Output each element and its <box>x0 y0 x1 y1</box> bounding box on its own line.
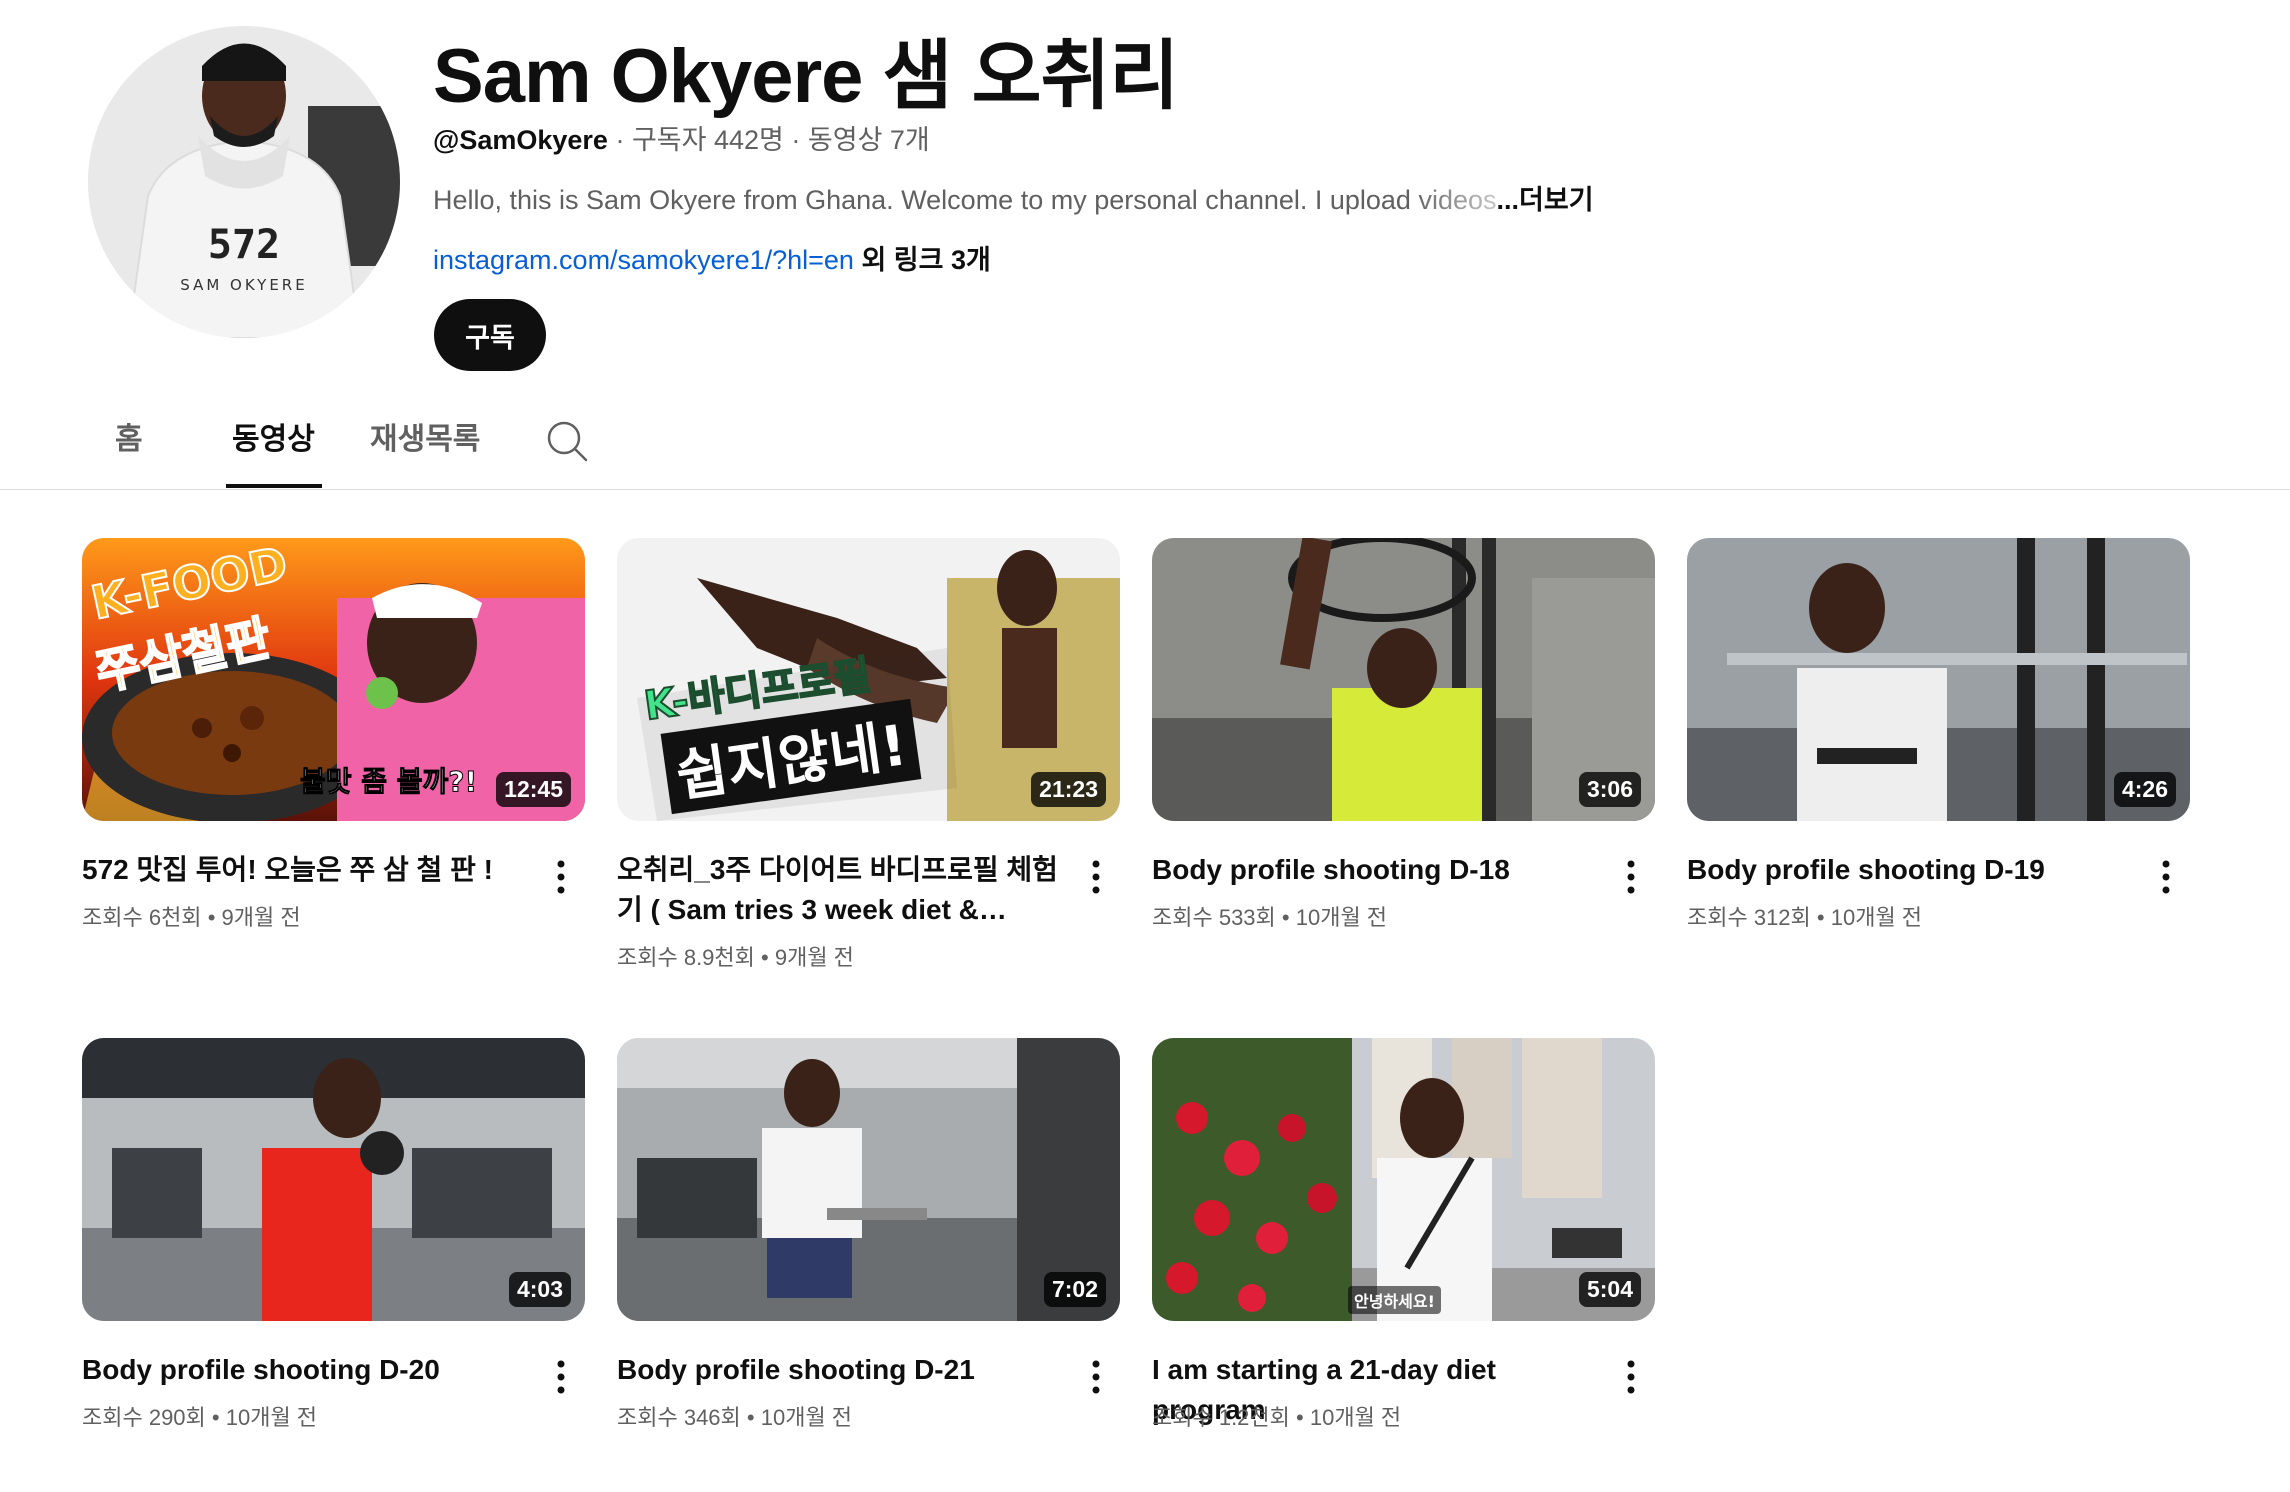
subscriber-count: 구독자 442명 <box>631 125 784 155</box>
video-meta: 조회수 346회 • 10개월 전 <box>617 1400 852 1432</box>
description-fade: videos <box>1410 185 1497 215</box>
video-card[interactable]: 4:26 Body profile shooting D-19 조회수 312회… <box>1687 538 2190 930</box>
video-meta: 조회수 6천회 • 9개월 전 <box>82 900 301 932</box>
video-meta: 조회수 533회 • 10개월 전 <box>1152 900 1387 932</box>
thumbnail-text: 불맛 좀 볼까?! <box>299 765 478 799</box>
view-count: 조회수 533회 <box>1152 905 1276 930</box>
video-title[interactable]: Body profile shooting D-20 <box>82 1350 532 1390</box>
video-duration: 12:45 <box>496 772 571 807</box>
video-card[interactable]: 안녕하세요! 5:04 I am starting a 21-day diet … <box>1152 1038 1655 1430</box>
channel-avatar[interactable]: 572 SAM OKYERE <box>88 26 400 338</box>
view-count: 조회수 290회 <box>82 1405 206 1430</box>
video-thumbnail[interactable]: 7:02 <box>617 1038 1120 1321</box>
description-text: Hello, this is Sam Okyere from Ghana. We… <box>433 185 1411 215</box>
upload-age: 10개월 전 <box>1309 1405 1402 1430</box>
video-duration: 4:26 <box>2113 772 2176 807</box>
meta-separator: • <box>746 1405 755 1430</box>
video-meta: 조회수 290회 • 10개월 전 <box>82 1400 317 1432</box>
meta-dot: · <box>791 125 808 155</box>
subscribe-button[interactable]: 구독 <box>434 299 546 371</box>
video-thumbnail[interactable]: 4:03 <box>82 1038 585 1321</box>
meta-dot: · <box>615 125 632 155</box>
video-count: 동영상 7개 <box>807 125 930 155</box>
view-count: 조회수 8.9천회 <box>617 945 755 970</box>
tabs-divider <box>0 489 2290 490</box>
upload-age: 10개월 전 <box>225 1405 318 1430</box>
video-title[interactable]: Body profile shooting D-21 <box>617 1350 1067 1390</box>
meta-separator: • <box>207 905 216 930</box>
video-thumbnail[interactable]: 3:06 <box>1152 538 1655 821</box>
thumbnail-text: 안녕하세요! <box>1348 1286 1441 1314</box>
video-title[interactable]: 오취리_3주 다이어트 바디프로필 체험기 ( Sam tries 3 week… <box>617 850 1067 930</box>
video-card[interactable]: 4:03 Body profile shooting D-20 조회수 290회… <box>82 1038 585 1430</box>
upload-age: 9개월 전 <box>221 905 301 930</box>
video-thumbnail[interactable]: K-FOOD 쭈삼철판 불맛 좀 볼까?! 12:45 <box>82 538 585 821</box>
channel-handle: @SamOkyere <box>433 125 608 155</box>
video-duration: 4:03 <box>508 1272 571 1307</box>
channel-description[interactable]: Hello, this is Sam Okyere from Ghana. We… <box>433 178 1633 217</box>
video-meta: 조회수 8.9천회 • 9개월 전 <box>617 940 854 972</box>
instagram-link[interactable]: instagram.com/samokyere1/?hl=en <box>433 245 854 275</box>
tab-videos[interactable]: 동영상 <box>232 420 315 484</box>
channel-name: Sam Okyere 샘 오취리 <box>433 34 1179 119</box>
more-options-icon[interactable] <box>546 856 576 898</box>
search-icon[interactable] <box>546 420 590 464</box>
upload-age: 9개월 전 <box>774 945 854 970</box>
more-options-icon[interactable] <box>1616 856 1646 898</box>
view-count: 조회수 312회 <box>1687 905 1811 930</box>
hoodie-subtext: SAM OKYERE <box>180 276 307 294</box>
more-options-icon[interactable] <box>1081 856 1111 898</box>
video-title[interactable]: 572 맛집 투어! 오늘은 쭈 삼 철 판 ! <box>82 850 532 890</box>
video-thumbnail[interactable]: 안녕하세요! 5:04 <box>1152 1038 1655 1321</box>
upload-age: 10개월 전 <box>1295 905 1388 930</box>
video-meta: 조회수 1.2천회 • 10개월 전 <box>1152 1400 1401 1432</box>
video-card[interactable]: 7:02 Body profile shooting D-21 조회수 346회… <box>617 1038 1120 1430</box>
tab-home[interactable]: 홈 <box>115 420 143 484</box>
channel-links: instagram.com/samokyere1/?hl=en 외 링크 3개 <box>433 238 991 277</box>
meta-separator: • <box>211 1405 220 1430</box>
more-button[interactable]: ...더보기 <box>1497 185 1594 215</box>
video-card[interactable]: K-FOOD 쭈삼철판 불맛 좀 볼까?! 12:45 572 맛집 투어! 오… <box>82 538 585 930</box>
upload-age: 10개월 전 <box>760 1405 853 1430</box>
video-meta: 조회수 312회 • 10개월 전 <box>1687 900 1922 932</box>
tab-playlists[interactable]: 재생목록 <box>370 420 480 484</box>
video-title[interactable]: Body profile shooting D-19 <box>1687 850 2137 890</box>
meta-separator: • <box>761 945 769 970</box>
meta-separator: • <box>1296 1405 1304 1430</box>
view-count: 조회수 6천회 <box>82 905 202 930</box>
more-options-icon[interactable] <box>546 1356 576 1398</box>
meta-separator: • <box>1281 905 1290 930</box>
video-card[interactable]: K-바디프로필 쉽지않네! 21:23 오취리_3주 다이어트 바디프로필 체험… <box>617 538 1120 970</box>
hoodie-logo: 572 <box>208 222 280 268</box>
video-duration: 21:23 <box>1031 772 1106 807</box>
video-thumbnail[interactable]: 4:26 <box>1687 538 2190 821</box>
more-options-icon[interactable] <box>2151 856 2181 898</box>
meta-separator: • <box>1816 905 1825 930</box>
more-options-icon[interactable] <box>1616 1356 1646 1398</box>
video-thumbnail[interactable]: K-바디프로필 쉽지않네! 21:23 <box>617 538 1120 821</box>
active-tab-indicator <box>226 484 322 488</box>
more-links[interactable]: 외 링크 3개 <box>861 245 990 275</box>
view-count: 조회수 346회 <box>617 1405 741 1430</box>
video-card[interactable]: 3:06 Body profile shooting D-18 조회수 533회… <box>1152 538 1655 930</box>
upload-age: 10개월 전 <box>1830 905 1923 930</box>
video-duration: 5:04 <box>1578 1272 1641 1307</box>
channel-meta: @SamOkyere · 구독자 442명 · 동영상 7개 <box>433 118 930 157</box>
view-count: 조회수 1.2천회 <box>1152 1405 1290 1430</box>
video-duration: 7:02 <box>1043 1272 1106 1307</box>
more-options-icon[interactable] <box>1081 1356 1111 1398</box>
video-title[interactable]: Body profile shooting D-18 <box>1152 850 1602 890</box>
video-duration: 3:06 <box>1578 772 1641 807</box>
